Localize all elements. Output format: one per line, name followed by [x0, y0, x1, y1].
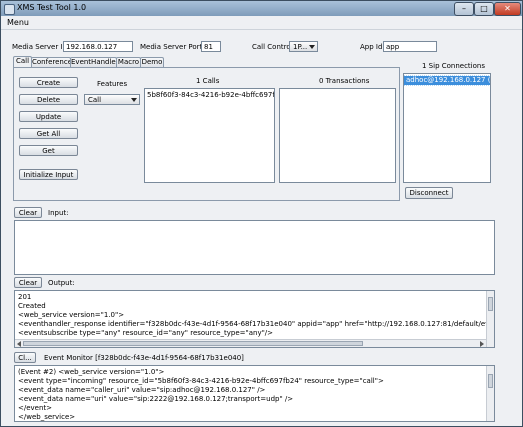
event-monitor-textarea[interactable]: (Event #2) <web_service version="1.0"> <…: [14, 365, 495, 422]
output-line: 201: [18, 293, 32, 301]
create-button[interactable]: Create: [19, 77, 78, 88]
output-textarea[interactable]: 201 Created <web_service version="1.0"> …: [14, 290, 495, 348]
features-value: Call: [88, 96, 102, 104]
sip-connections-header: 1 Sip Connections: [422, 62, 485, 70]
features-label: Features: [97, 80, 128, 88]
window-title: XMS Test Tool 1.0: [17, 3, 87, 12]
output-label: Output:: [48, 279, 75, 287]
menu-bar: Menu: [1, 16, 522, 30]
app-id-label: App Id:: [360, 43, 385, 51]
event-line: </web_service>: [18, 413, 76, 421]
call-control-label: Call Control: [252, 43, 293, 51]
clear-output-button[interactable]: Clear: [14, 277, 42, 288]
transactions-list[interactable]: [279, 88, 396, 183]
title-bar[interactable]: XMS Test Tool 1.0 – □ ✕: [1, 1, 522, 16]
media-server-port-label: Media Server Port: [140, 43, 203, 51]
event-line: <event type="incoming" resource_id="5b8f…: [18, 377, 384, 385]
disconnect-button[interactable]: Disconnect: [405, 187, 453, 199]
app-id-field[interactable]: app: [383, 41, 437, 52]
sip-connections-list[interactable]: adhoc@192.168.0.127 (NO: [403, 73, 491, 183]
output-horizontal-scrollbar[interactable]: [15, 339, 486, 347]
menu-item[interactable]: Menu: [7, 18, 29, 27]
list-item[interactable]: adhoc@192.168.0.127 (NO: [404, 75, 490, 86]
get-button[interactable]: Get: [19, 145, 78, 156]
output-line: <web_service version="1.0">: [18, 311, 125, 319]
media-server-ip-label: Media Server IP: [12, 43, 67, 51]
event-line: (Event #2) <web_service version="1.0">: [18, 368, 165, 376]
media-server-ip-field[interactable]: 192.168.0.127: [63, 41, 133, 52]
close-button[interactable]: ✕: [494, 2, 521, 16]
input-label: Input:: [48, 209, 69, 217]
output-line: <eventsubscribe type="any" resource_id="…: [18, 329, 274, 337]
features-select[interactable]: Call: [84, 94, 140, 105]
input-textarea[interactable]: [14, 220, 495, 275]
get-all-button[interactable]: Get All: [19, 128, 78, 139]
media-server-port-field[interactable]: 81: [201, 41, 221, 52]
initialize-input-button[interactable]: Initialize Input: [19, 169, 78, 180]
minimize-button[interactable]: –: [454, 2, 474, 16]
call-control-value: 1P...: [293, 43, 308, 51]
list-item[interactable]: 5b8f60f3-84c3-4216-b92e-4bffc697fb24: [145, 91, 274, 100]
maximize-button[interactable]: □: [474, 2, 494, 16]
event-line: <event_data name="caller_uri" value="sip…: [18, 386, 266, 394]
update-button[interactable]: Update: [19, 111, 78, 122]
clear-input-button[interactable]: Clear: [14, 207, 42, 218]
transactions-header: 0 Transactions: [319, 77, 370, 85]
delete-button[interactable]: Delete: [19, 94, 78, 105]
app-window: XMS Test Tool 1.0 – □ ✕ Menu Media Serve…: [0, 0, 523, 427]
output-line: Created: [18, 302, 46, 310]
scroll-left-icon[interactable]: [17, 341, 21, 347]
clear-event-monitor-button[interactable]: Cl...: [14, 352, 36, 363]
chevron-down-icon: [309, 45, 315, 49]
event-line: <event_data name="uri" value="sip:2222@1…: [18, 395, 294, 403]
calls-header: 1 Calls: [196, 77, 220, 85]
event-monitor-vertical-scrollbar[interactable]: [486, 366, 494, 421]
output-line: <eventhandler_response identifier="f328b…: [18, 320, 495, 328]
chevron-down-icon: [131, 98, 137, 102]
event-monitor-label: Event Monitor [f328b0dc-f43e-4d1f-9564-6…: [44, 354, 244, 362]
scroll-right-icon[interactable]: [480, 341, 484, 347]
event-line: </event>: [18, 404, 53, 412]
output-vertical-scrollbar[interactable]: [486, 291, 494, 347]
calls-list[interactable]: 5b8f60f3-84c3-4216-b92e-4bffc697fb24: [144, 88, 275, 183]
app-icon: [4, 4, 15, 15]
call-control-select[interactable]: 1P...: [289, 41, 318, 52]
